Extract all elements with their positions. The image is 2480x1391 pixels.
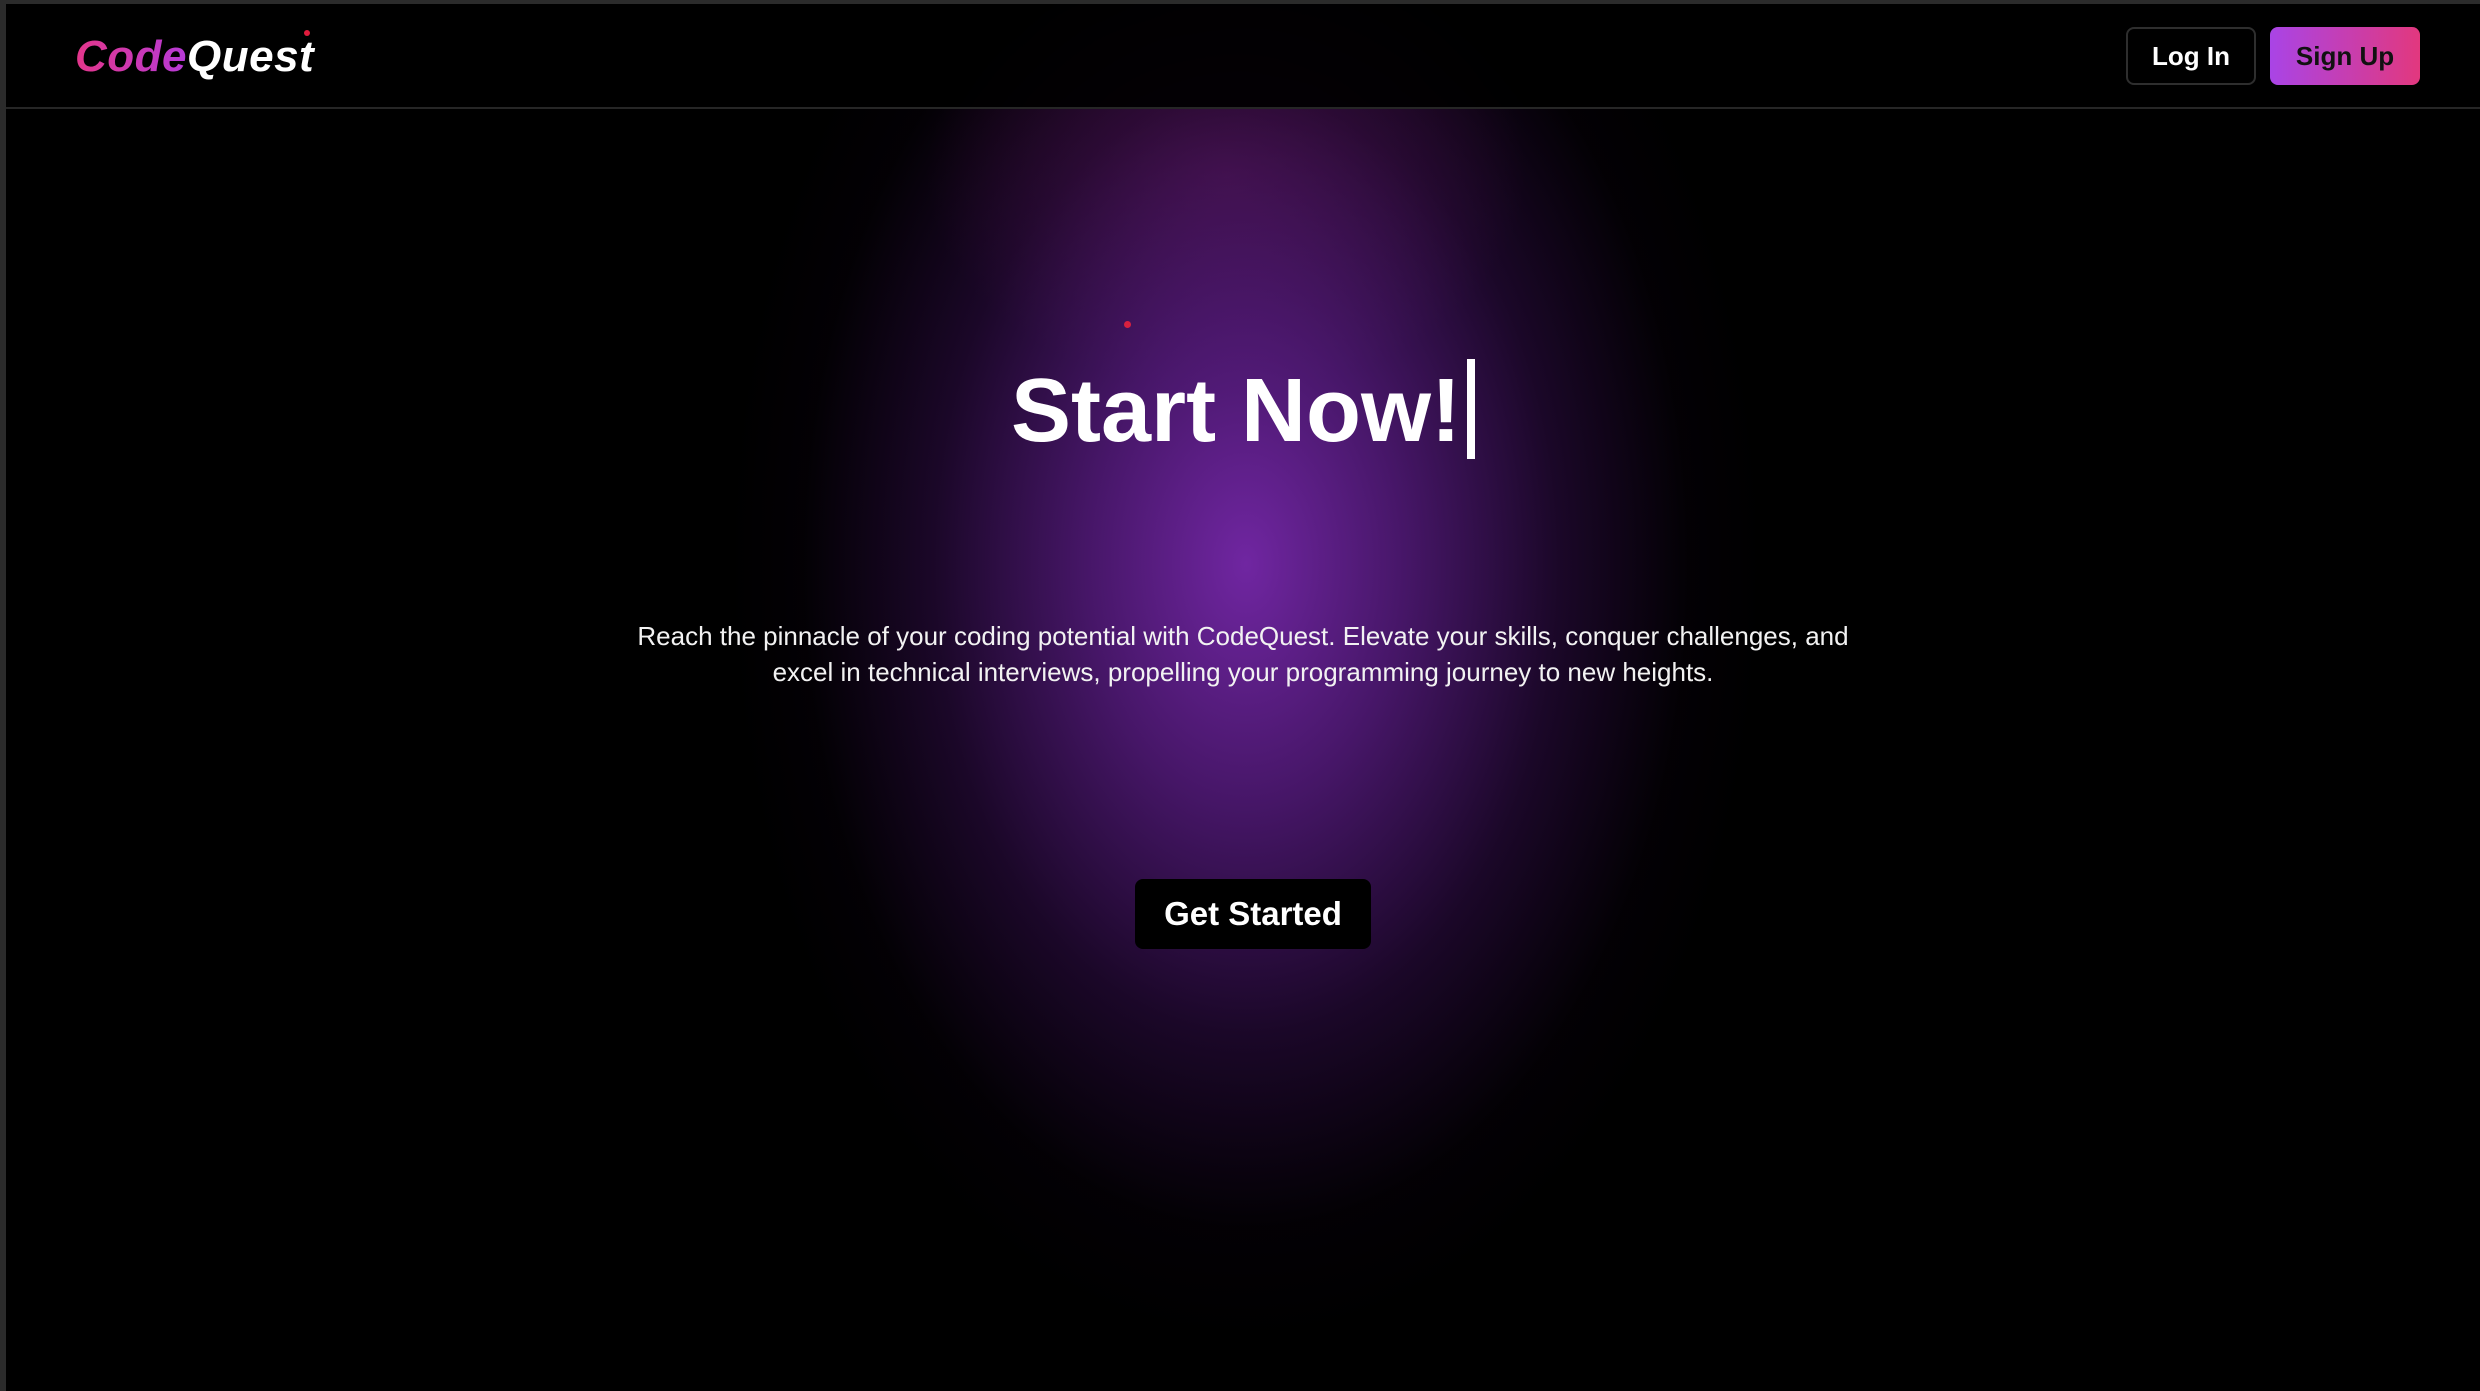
app-window: CodeQuest Log In Sign Up Start Now! Reac… <box>6 4 2480 1391</box>
logo-text-quest: Quest <box>187 30 315 81</box>
top-navbar: CodeQuest Log In Sign Up <box>6 4 2480 109</box>
hero-background-glow <box>6 4 2480 1391</box>
hero-description: Reach the pinnacle of your coding potent… <box>637 621 1849 687</box>
signup-button[interactable]: Sign Up <box>2270 27 2420 85</box>
codequest-logo[interactable]: CodeQuest <box>75 30 315 82</box>
get-started-button[interactable]: Get Started <box>1135 879 1371 949</box>
logo-text-code: Code <box>75 32 187 81</box>
hero-headline: Start Now! <box>6 359 2480 463</box>
typing-caret-icon <box>1467 359 1475 459</box>
hero-headline-text: Start Now! <box>1011 361 1461 461</box>
decorative-dot-icon <box>1124 321 1131 328</box>
logo-text-quest-label: Quest <box>187 32 315 81</box>
login-button[interactable]: Log In <box>2126 27 2256 85</box>
